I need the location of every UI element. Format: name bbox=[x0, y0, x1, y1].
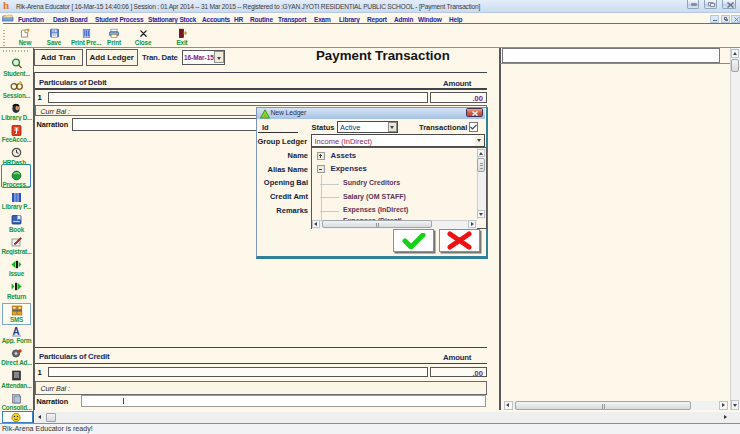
svg-text:A: A bbox=[13, 326, 20, 337]
